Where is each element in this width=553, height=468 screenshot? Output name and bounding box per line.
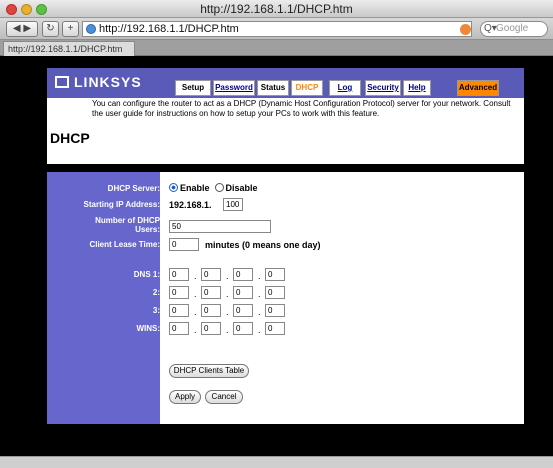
- close-icon[interactable]: [6, 4, 17, 15]
- wins-octet-2[interactable]: 0: [201, 322, 221, 335]
- lease-time-input[interactable]: 0: [169, 238, 199, 251]
- plus-icon: +: [67, 23, 74, 34]
- linksys-logo: LINKSYS: [55, 74, 142, 90]
- cancel-button[interactable]: Cancel: [205, 390, 243, 404]
- dns3-octet-3[interactable]: 0: [233, 304, 253, 317]
- globe-icon: [86, 24, 96, 34]
- disable-radio[interactable]: [214, 183, 224, 192]
- dhcp-server-options: Enable Disable: [169, 183, 258, 193]
- wins-octet-1[interactable]: 0: [169, 322, 189, 335]
- lease-time-label: Client Lease Time:: [89, 240, 160, 249]
- dns1-octet-3[interactable]: 0: [233, 268, 253, 281]
- enable-radio[interactable]: [169, 183, 178, 192]
- wins-octet-4[interactable]: 0: [265, 322, 285, 335]
- lease-time-suffix: minutes (0 means one day): [205, 240, 321, 250]
- rss-icon[interactable]: [460, 24, 471, 35]
- dns1-octet-4[interactable]: 0: [265, 268, 285, 281]
- reload-button[interactable]: ↻: [42, 21, 59, 37]
- nav-strip: LINKSYS Setup Password Status DHCP Log S…: [47, 68, 524, 98]
- ip-prefix: 192.168.1.: [169, 200, 212, 210]
- dhcp-server-label: DHCP Server:: [107, 184, 160, 193]
- dns2-label: 2:: [152, 288, 160, 297]
- status-bar: [0, 456, 553, 468]
- page-title: DHCP: [50, 130, 90, 146]
- window-title: http://192.168.1.1/DHCP.htm: [200, 2, 353, 16]
- apply-button[interactable]: Apply: [169, 390, 201, 404]
- forward-icon[interactable]: ▶: [23, 23, 31, 34]
- dns3-label: 3:: [152, 306, 160, 315]
- page-header: LINKSYS Setup Password Status DHCP Log S…: [47, 68, 524, 164]
- url-field[interactable]: http://192.168.1.1/DHCP.htm: [82, 21, 472, 37]
- dns1-octet-2[interactable]: 0: [201, 268, 221, 281]
- dns2-octet-3[interactable]: 0: [233, 286, 253, 299]
- starting-ip-label: Starting IP Address:: [83, 200, 160, 209]
- page-description: You can configure the router to act as a…: [92, 99, 511, 118]
- nav-tab-log[interactable]: Log: [329, 80, 361, 96]
- num-users-label: Number of DHCP Users:: [95, 216, 160, 234]
- nav-tab-security[interactable]: Security: [365, 80, 401, 96]
- tab-label: http://192.168.1.1/DHCP.htm: [8, 44, 123, 54]
- dhcp-clients-table-button[interactable]: DHCP Clients Table: [169, 364, 249, 378]
- wins-octet-3[interactable]: 0: [233, 322, 253, 335]
- minimize-icon[interactable]: [21, 4, 32, 15]
- search-input[interactable]: Q▾ Google: [480, 21, 548, 37]
- back-forward-buttons[interactable]: ◀ ▶: [6, 21, 38, 37]
- browser-toolbar: ◀ ▶ ↻ + http://192.168.1.1/DHCP.htm Q▾ G…: [0, 18, 553, 40]
- nav-tab-setup[interactable]: Setup: [175, 80, 211, 96]
- nav-tab-advanced[interactable]: Advanced: [457, 80, 499, 96]
- nav-tab-status[interactable]: Status: [257, 80, 289, 96]
- nav-tab-help[interactable]: Help: [403, 80, 431, 96]
- tab-bar: http://192.168.1.1/DHCP.htm: [0, 40, 553, 56]
- dns2-octet-2[interactable]: 0: [201, 286, 221, 299]
- add-bookmark-button[interactable]: +: [62, 21, 79, 37]
- window-titlebar: http://192.168.1.1/DHCP.htm: [0, 0, 553, 18]
- wins-label: WINS:: [136, 324, 160, 333]
- reload-icon: ↻: [46, 23, 55, 34]
- zoom-icon[interactable]: [36, 4, 47, 15]
- form-label-column: DHCP Server: Starting IP Address: Number…: [47, 172, 160, 424]
- dns3-octet-1[interactable]: 0: [169, 304, 189, 317]
- dns3-octet-2[interactable]: 0: [201, 304, 221, 317]
- url-text: http://192.168.1.1/DHCP.htm: [99, 23, 239, 35]
- tab-dhcp[interactable]: http://192.168.1.1/DHCP.htm: [3, 41, 135, 56]
- dns3-octet-4[interactable]: 0: [265, 304, 285, 317]
- search-icon: Q▾: [484, 23, 497, 34]
- dns1-octet-1[interactable]: 0: [169, 268, 189, 281]
- search-placeholder: Google: [496, 23, 529, 34]
- dns2-octet-1[interactable]: 0: [169, 286, 189, 299]
- dhcp-form-panel: DHCP Server: Starting IP Address: Number…: [47, 172, 524, 424]
- page-viewport: LINKSYS Setup Password Status DHCP Log S…: [0, 56, 553, 468]
- disable-label: Disable: [225, 183, 258, 193]
- enable-label: Enable: [180, 183, 210, 193]
- back-icon[interactable]: ◀: [13, 23, 21, 34]
- nav-tab-password[interactable]: Password: [213, 80, 255, 96]
- nav-tab-dhcp[interactable]: DHCP: [291, 80, 323, 96]
- dns2-octet-4[interactable]: 0: [265, 286, 285, 299]
- starting-ip-last-octet-input[interactable]: 100: [223, 198, 243, 211]
- logo-mark-icon: [55, 76, 69, 88]
- num-users-input[interactable]: 50: [169, 220, 271, 233]
- dns1-label: DNS 1:: [133, 270, 160, 279]
